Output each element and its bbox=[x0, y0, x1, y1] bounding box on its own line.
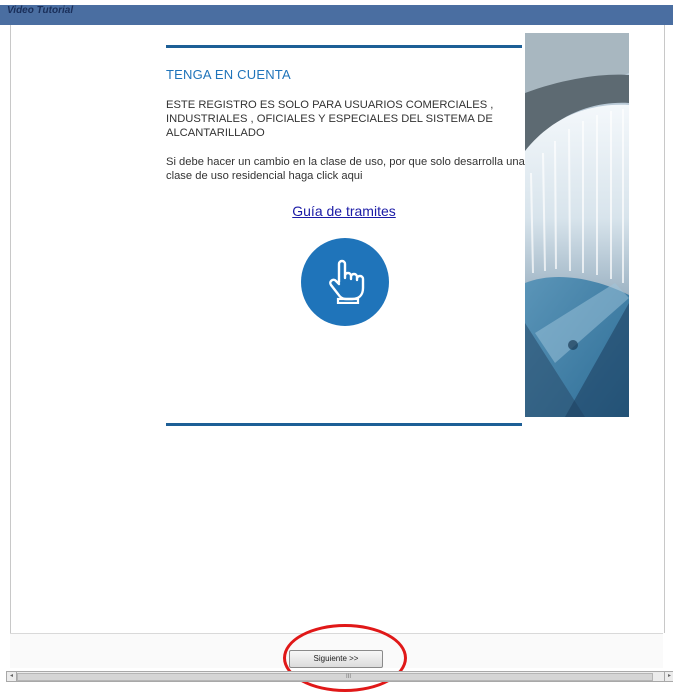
scrollbar-thumb[interactable]: III bbox=[17, 673, 653, 681]
guide-tramites-link[interactable]: Guía de tramites bbox=[166, 203, 522, 219]
window-titlebar: Video Tutorial bbox=[0, 5, 673, 25]
dam-spillway-photo bbox=[525, 33, 629, 417]
horizontal-scrollbar[interactable]: ◂ III bbox=[6, 671, 666, 682]
hand-pointer-icon bbox=[329, 259, 365, 304]
click-here-button[interactable] bbox=[301, 238, 389, 326]
notice-usage-text: Si debe hacer un cambio en la clase de u… bbox=[166, 156, 525, 182]
scroll-right-arrow-icon[interactable]: ▸ bbox=[664, 671, 673, 682]
notice-registry-text: ESTE REGISTRO ES SOLO PARA USUARIOS COME… bbox=[166, 99, 494, 139]
notice-heading: TENGA EN CUENTA bbox=[166, 67, 291, 82]
top-divider bbox=[166, 45, 522, 48]
window-title: Video Tutorial bbox=[7, 5, 74, 16]
next-button[interactable]: Siguiente >> bbox=[289, 650, 383, 668]
scroll-left-arrow-icon[interactable]: ◂ bbox=[7, 672, 17, 681]
scrollbar-grip: III bbox=[346, 674, 352, 680]
bottom-divider bbox=[166, 423, 522, 426]
